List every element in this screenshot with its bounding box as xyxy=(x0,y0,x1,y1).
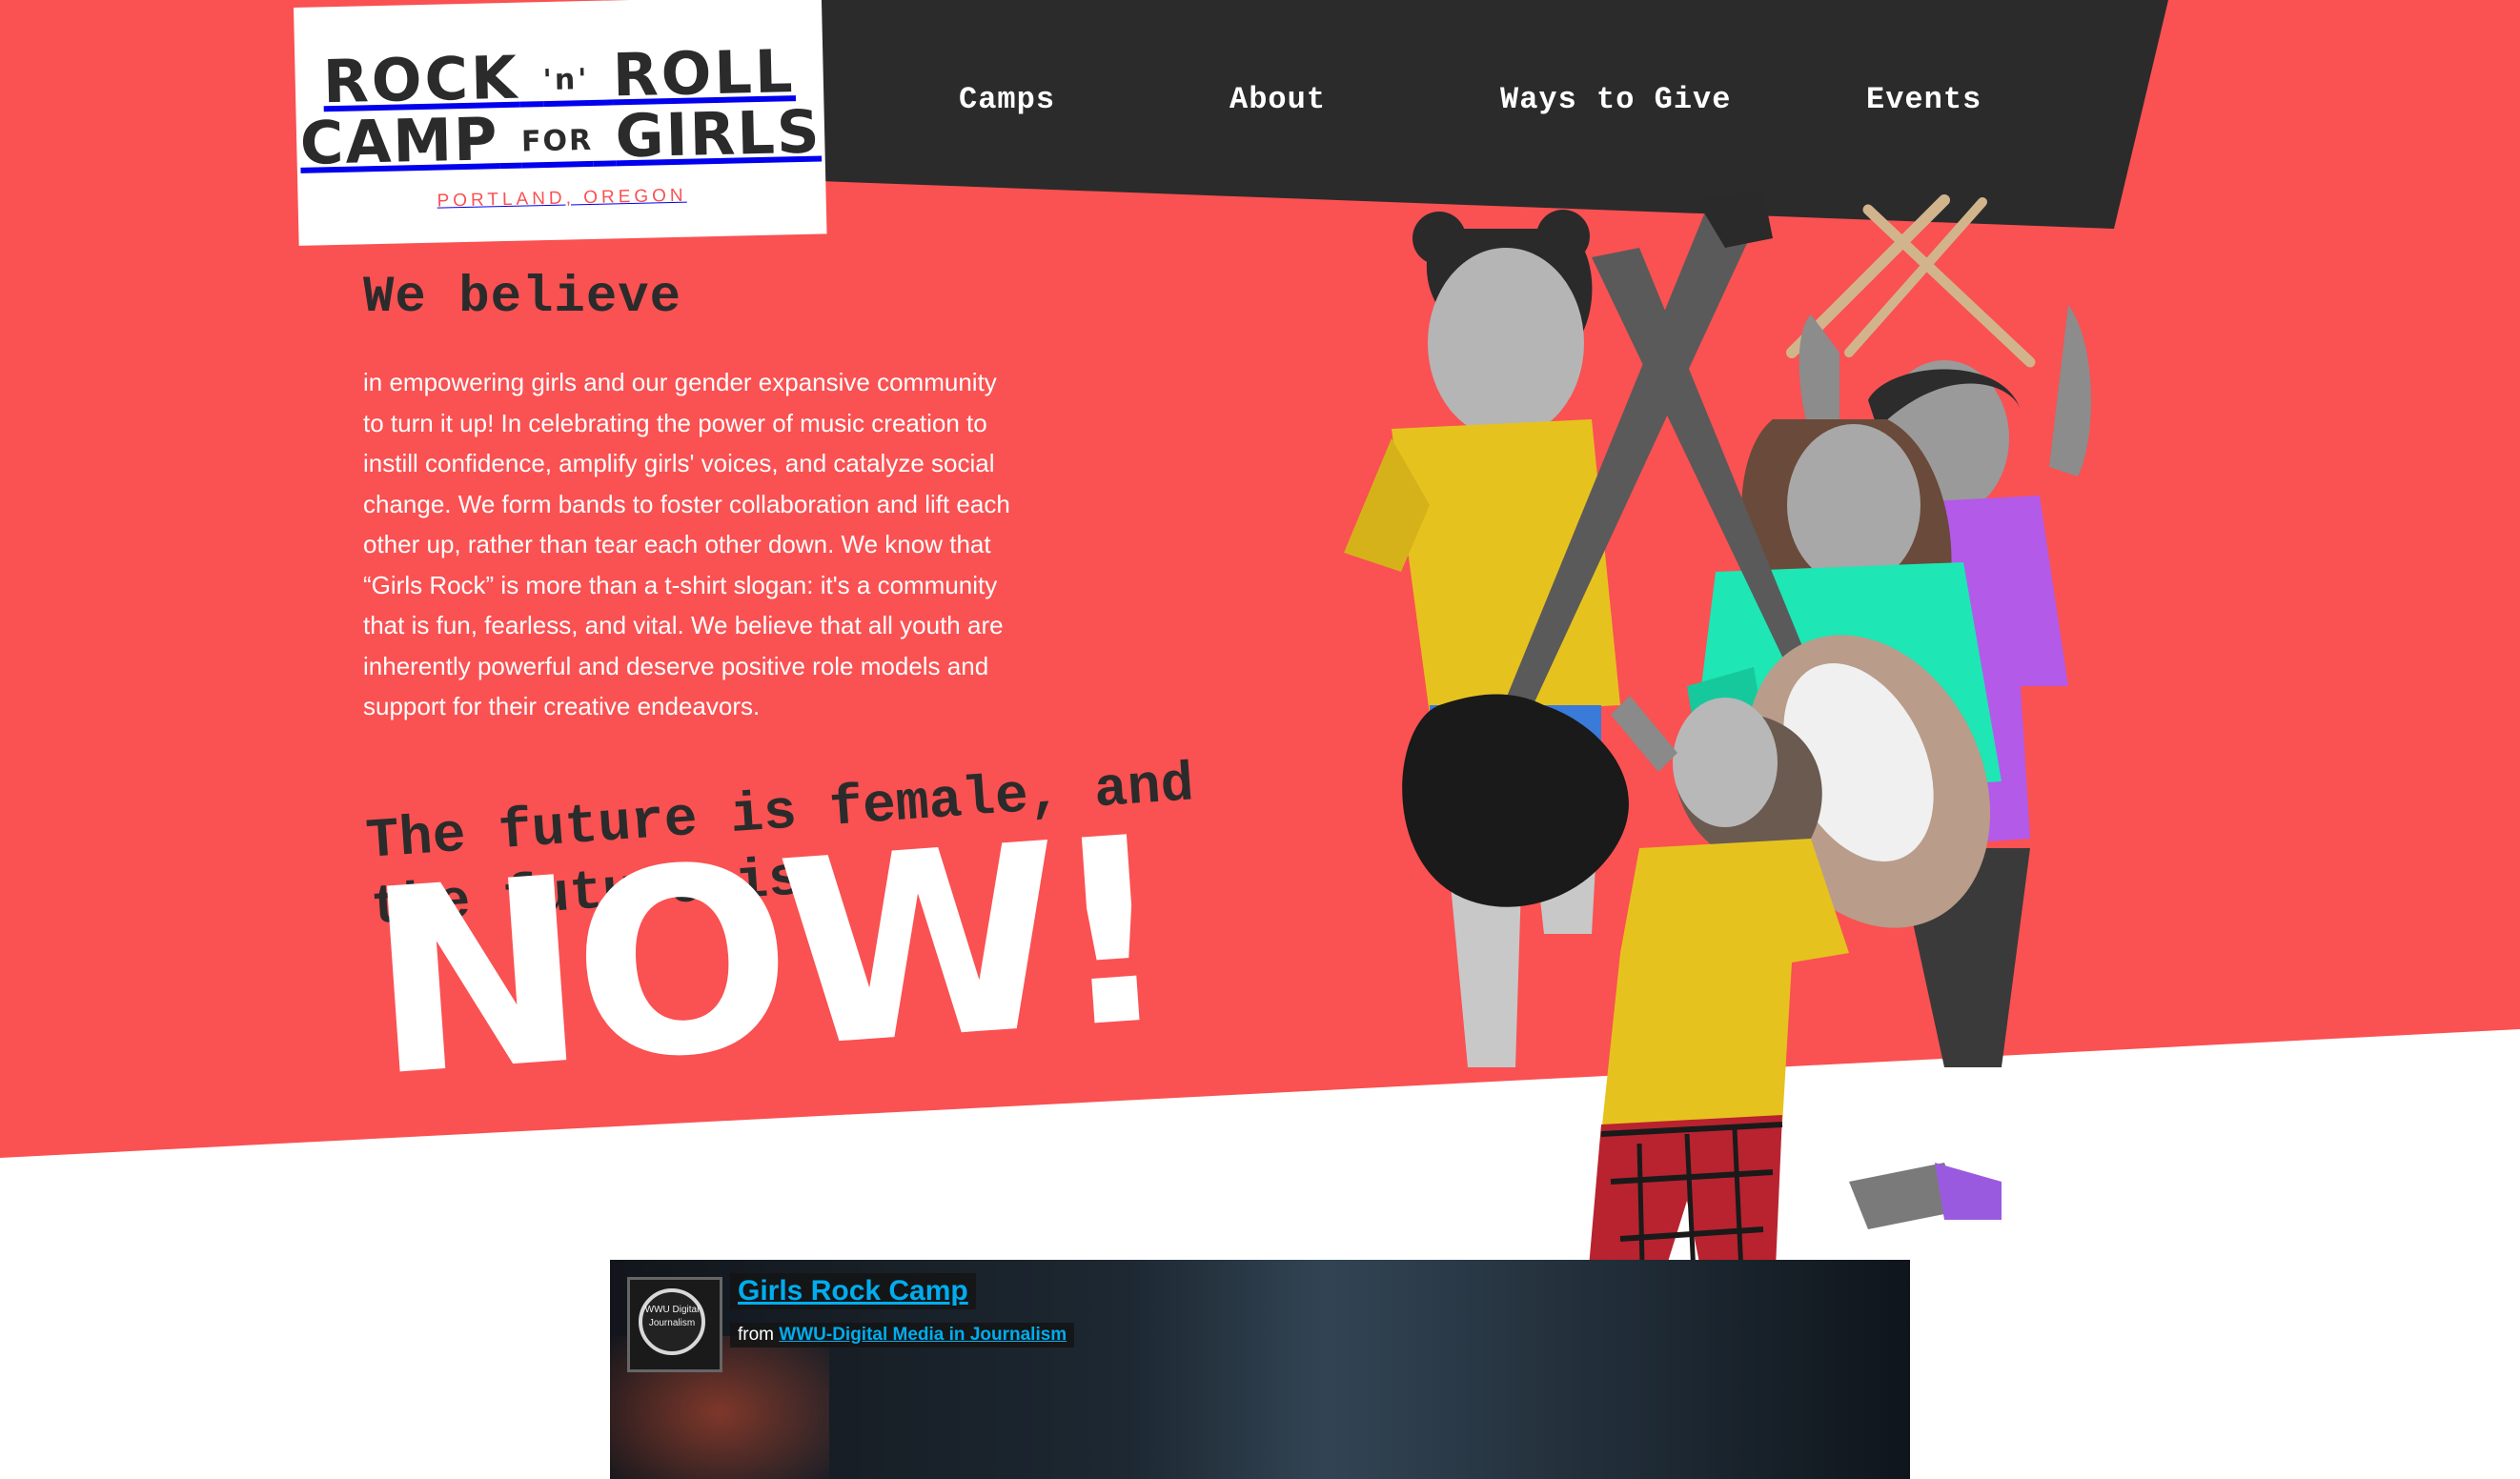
logo-line-camp-for-girls: CAMP FOR GIRLS xyxy=(296,96,825,177)
tagline-now: NOW! xyxy=(359,781,1170,1134)
video-byline: from WWU-Digital Media in Journalism xyxy=(730,1323,1075,1347)
video-channel-link[interactable]: WWU-Digital Media in Journalism xyxy=(779,1325,1067,1345)
nav-item-ways-to-give[interactable]: Ways to Give xyxy=(1500,82,1731,117)
site-logo[interactable]: ROCK 'n' ROLL CAMP FOR GIRLS PORTLAND, O… xyxy=(294,0,827,246)
nav-item-about[interactable]: About xyxy=(1230,82,1326,117)
channel-avatar-logo: WWU Digital Journalism xyxy=(639,1288,705,1355)
logo-word-n: 'n' xyxy=(542,62,590,97)
hero-photo-collage xyxy=(1344,191,2091,1363)
nav-item-camps[interactable]: Camps xyxy=(959,82,1055,117)
nav-item-events[interactable]: Events xyxy=(1866,82,1981,117)
logo-word-camp: CAMP xyxy=(299,104,500,178)
intro-body: in empowering girls and our gender expan… xyxy=(363,368,1010,720)
video-from-label: from xyxy=(738,1325,774,1345)
intro-title: We believe xyxy=(363,269,682,327)
embedded-video-player[interactable]: WWU Digital Journalism Girls Rock Camp f… xyxy=(610,1260,1910,1479)
logo-word-girls: GIRLS xyxy=(614,96,823,172)
girl-yellow-shirt-image xyxy=(1344,210,1620,1067)
logo-location: PORTLAND, OREGON xyxy=(437,185,687,212)
channel-avatar[interactable]: WWU Digital Journalism xyxy=(627,1277,722,1372)
video-title-link[interactable]: Girls Rock Camp xyxy=(730,1273,976,1309)
logo-word-for: FOR xyxy=(520,123,594,159)
